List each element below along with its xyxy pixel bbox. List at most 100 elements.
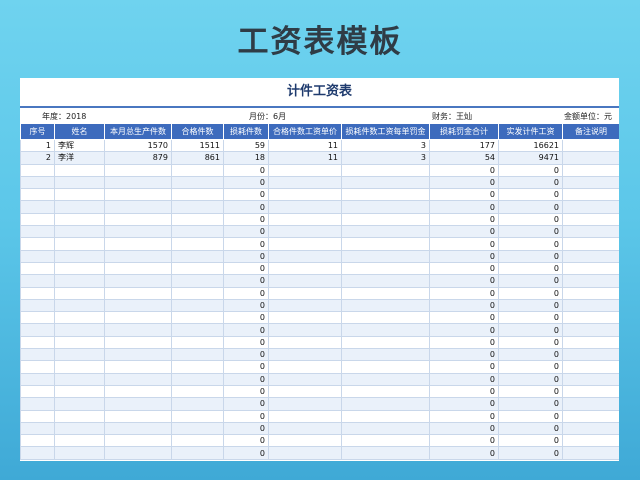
table-cell[interactable]: [171, 409, 224, 423]
table-cell[interactable]: [104, 311, 172, 325]
table-cell[interactable]: [104, 298, 172, 313]
table-cell[interactable]: [341, 175, 430, 190]
table-cell[interactable]: [562, 212, 619, 227]
table-cell[interactable]: 0: [429, 348, 499, 362]
table-cell[interactable]: [171, 434, 224, 448]
table-cell[interactable]: [268, 360, 342, 374]
table-cell[interactable]: [171, 237, 224, 251]
table-cell[interactable]: [268, 384, 342, 399]
table-cell[interactable]: 0: [498, 188, 563, 202]
table-cell[interactable]: [341, 188, 430, 202]
table-cell[interactable]: [562, 384, 619, 399]
table-cell[interactable]: 0: [498, 212, 563, 227]
table-cell[interactable]: [20, 323, 55, 337]
table-cell[interactable]: [562, 163, 619, 177]
table-cell[interactable]: [268, 348, 342, 362]
table-cell[interactable]: 0: [223, 446, 269, 460]
table-cell[interactable]: 54: [429, 151, 499, 165]
table-cell[interactable]: 177: [429, 138, 499, 153]
table-cell[interactable]: [341, 397, 430, 411]
table-cell[interactable]: [104, 421, 172, 436]
table-cell[interactable]: [20, 249, 55, 263]
table-cell[interactable]: [54, 163, 105, 177]
table-cell[interactable]: 0: [429, 434, 499, 448]
table-cell[interactable]: 11: [268, 151, 342, 165]
table-cell[interactable]: 0: [223, 188, 269, 202]
table-cell[interactable]: [341, 274, 430, 288]
table-cell[interactable]: 2: [20, 151, 55, 165]
table-cell[interactable]: [20, 384, 55, 399]
table-cell[interactable]: [20, 409, 55, 423]
table-cell[interactable]: [20, 348, 55, 362]
table-cell[interactable]: 0: [429, 446, 499, 460]
table-cell[interactable]: [341, 163, 430, 177]
table-cell[interactable]: 0: [223, 237, 269, 251]
table-cell[interactable]: [341, 384, 430, 399]
table-cell[interactable]: [20, 212, 55, 227]
table-cell[interactable]: 1511: [171, 138, 224, 153]
table-cell[interactable]: 1: [20, 138, 55, 153]
table-cell[interactable]: [268, 225, 342, 239]
table-cell[interactable]: [20, 335, 55, 350]
table-cell[interactable]: 0: [429, 200, 499, 214]
table-cell[interactable]: [341, 249, 430, 263]
table-cell[interactable]: [54, 274, 105, 288]
table-cell[interactable]: [268, 274, 342, 288]
table-cell[interactable]: [562, 225, 619, 239]
table-cell[interactable]: 0: [223, 372, 269, 386]
table-cell[interactable]: [171, 323, 224, 337]
table-cell[interactable]: [562, 421, 619, 436]
table-cell[interactable]: [54, 421, 105, 436]
table-cell[interactable]: 1570: [104, 138, 172, 153]
table-cell[interactable]: [20, 188, 55, 202]
table-cell[interactable]: [54, 397, 105, 411]
table-cell[interactable]: [562, 274, 619, 288]
table-cell[interactable]: [562, 434, 619, 448]
table-cell[interactable]: [54, 237, 105, 251]
table-cell[interactable]: [171, 397, 224, 411]
table-cell[interactable]: 0: [429, 421, 499, 436]
table-cell[interactable]: 0: [223, 335, 269, 350]
table-cell[interactable]: [171, 384, 224, 399]
table-cell[interactable]: [171, 360, 224, 374]
table-cell[interactable]: 0: [498, 311, 563, 325]
table-cell[interactable]: [171, 421, 224, 436]
table-cell[interactable]: 李辉: [54, 138, 105, 153]
table-cell[interactable]: [20, 225, 55, 239]
table-cell[interactable]: 879: [104, 151, 172, 165]
table-cell[interactable]: [20, 397, 55, 411]
table-cell[interactable]: 0: [429, 397, 499, 411]
table-cell[interactable]: 0: [223, 397, 269, 411]
table-cell[interactable]: [341, 286, 430, 300]
table-cell[interactable]: [20, 200, 55, 214]
table-cell[interactable]: 0: [223, 384, 269, 399]
table-cell[interactable]: [104, 274, 172, 288]
table-cell[interactable]: [562, 397, 619, 411]
table-cell[interactable]: [268, 237, 342, 251]
table-cell[interactable]: [562, 311, 619, 325]
table-cell[interactable]: [104, 261, 172, 276]
table-cell[interactable]: [20, 360, 55, 374]
table-cell[interactable]: 0: [498, 335, 563, 350]
table-cell[interactable]: 0: [429, 335, 499, 350]
table-cell[interactable]: 0: [498, 434, 563, 448]
table-cell[interactable]: 0: [223, 298, 269, 313]
table-cell[interactable]: [104, 163, 172, 177]
table-cell[interactable]: [171, 298, 224, 313]
table-cell[interactable]: [341, 421, 430, 436]
table-cell[interactable]: [54, 286, 105, 300]
table-cell[interactable]: 0: [223, 311, 269, 325]
table-cell[interactable]: [341, 348, 430, 362]
table-cell[interactable]: [54, 384, 105, 399]
table-cell[interactable]: [268, 261, 342, 276]
table-cell[interactable]: 李洋: [54, 151, 105, 165]
table-cell[interactable]: [268, 446, 342, 460]
table-cell[interactable]: [171, 188, 224, 202]
table-cell[interactable]: [562, 249, 619, 263]
table-cell[interactable]: [562, 298, 619, 313]
table-cell[interactable]: [104, 372, 172, 386]
table-cell[interactable]: 16621: [498, 138, 563, 153]
table-cell[interactable]: [268, 298, 342, 313]
table-cell[interactable]: [104, 397, 172, 411]
table-cell[interactable]: [54, 446, 105, 460]
